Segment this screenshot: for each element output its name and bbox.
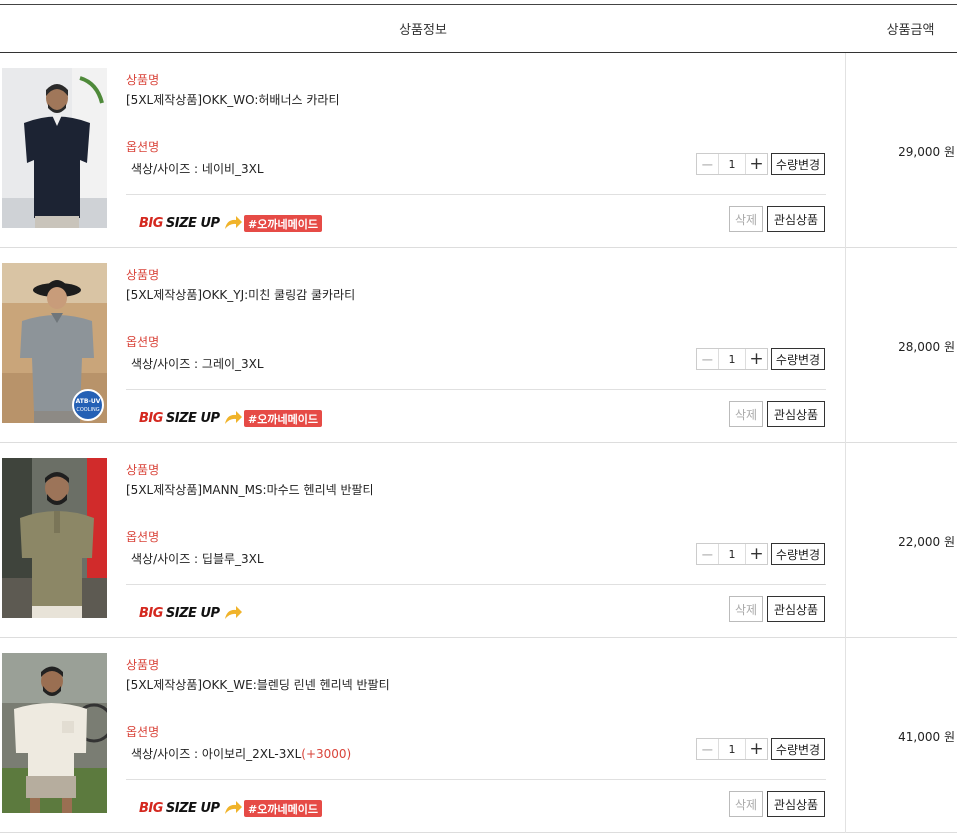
- big-size-up-badge: BIG SIZE UP: [139, 603, 243, 623]
- row-divider: [126, 194, 826, 195]
- header-product-price: 상품금액: [886, 23, 935, 38]
- delete-button[interactable]: 삭제: [729, 596, 763, 622]
- badge-size-up-text: SIZE UP: [165, 215, 220, 231]
- hashtag-badge: #오까네메이드: [244, 800, 322, 817]
- quantity-stepper: − 1 +: [696, 543, 768, 565]
- badge-big-text: BIG: [139, 605, 163, 621]
- product-price: 41,000 원: [898, 730, 955, 744]
- cart-item-row: 상품명 [5XL제작상품]OKK_WO:허배너스 카라티 옵션명 색상/사이즈 …: [0, 53, 957, 248]
- wishlist-button[interactable]: 관심상품: [767, 206, 825, 232]
- wishlist-button[interactable]: 관심상품: [767, 596, 825, 622]
- option-name-label: 옵션명: [126, 530, 160, 544]
- delete-button[interactable]: 삭제: [729, 401, 763, 427]
- quantity-decrease-button[interactable]: −: [697, 349, 719, 369]
- change-quantity-button[interactable]: 수량변경: [771, 348, 825, 370]
- hashtag-badge: #오까네메이드: [244, 215, 322, 232]
- quantity-decrease-button[interactable]: −: [697, 739, 719, 759]
- wishlist-button[interactable]: 관심상품: [767, 401, 825, 427]
- curved-arrow-icon: [223, 800, 243, 816]
- product-thumbnail[interactable]: [2, 68, 107, 228]
- row-divider: [126, 389, 826, 390]
- product-name-label: 상품명: [126, 268, 160, 282]
- header-product-info: 상품정보: [399, 23, 447, 38]
- product-thumbnail[interactable]: [2, 653, 107, 813]
- quantity-value[interactable]: 1: [719, 739, 745, 759]
- quantity-increase-button[interactable]: +: [745, 154, 767, 174]
- wishlist-button[interactable]: 관심상품: [767, 791, 825, 817]
- quantity-increase-button[interactable]: +: [745, 739, 767, 759]
- cart-item-row: 상품명 [5XL제작상품]MANN_MS:마수드 헨리넥 반팔티 옵션명 색상/…: [0, 443, 957, 638]
- curved-arrow-icon: [223, 215, 243, 231]
- quantity-value[interactable]: 1: [719, 544, 745, 564]
- change-quantity-button[interactable]: 수량변경: [771, 738, 825, 760]
- product-thumbnail[interactable]: ATB-UV COOLING: [2, 263, 107, 423]
- change-quantity-button[interactable]: 수량변경: [771, 543, 825, 565]
- badge-size-up-text: SIZE UP: [165, 410, 220, 426]
- option-name-label: 옵션명: [126, 140, 160, 154]
- quantity-stepper: − 1 +: [696, 348, 768, 370]
- quantity-value[interactable]: 1: [719, 154, 745, 174]
- option-value: 색상/사이즈 : 네이비_3XL: [131, 160, 264, 177]
- option-extra-price: (+3000): [301, 747, 352, 761]
- product-price: 22,000 원: [898, 535, 955, 549]
- big-size-up-badge: BIG SIZE UP: [139, 798, 243, 818]
- product-price: 28,000 원: [898, 340, 955, 354]
- big-size-up-badge: BIG SIZE UP: [139, 213, 243, 233]
- quantity-stepper: − 1 +: [696, 738, 768, 760]
- badge-size-up-text: SIZE UP: [165, 605, 220, 621]
- quantity-stepper: − 1 +: [696, 153, 768, 175]
- option-value: 색상/사이즈 : 아이보리_2XL-3XL(+3000): [131, 745, 351, 762]
- quantity-increase-button[interactable]: +: [745, 544, 767, 564]
- product-thumbnail[interactable]: [2, 458, 107, 618]
- big-size-up-badge: BIG SIZE UP: [139, 408, 243, 428]
- svg-text:ATB-UV: ATB-UV: [76, 398, 101, 405]
- hashtag-badge: #오까네메이드: [244, 410, 322, 427]
- delete-button[interactable]: 삭제: [729, 791, 763, 817]
- product-name-label: 상품명: [126, 73, 160, 87]
- badge-big-text: BIG: [139, 215, 163, 231]
- quantity-decrease-button[interactable]: −: [697, 154, 719, 174]
- option-value: 색상/사이즈 : 그레이_3XL: [131, 355, 264, 372]
- option-text: 색상/사이즈 : 아이보리_2XL-3XL: [131, 747, 302, 761]
- product-price: 29,000 원: [898, 145, 955, 159]
- product-name[interactable]: [5XL제작상품]OKK_WO:허배너스 카라티: [126, 91, 340, 108]
- badge-big-text: BIG: [139, 410, 163, 426]
- svg-text:COOLING: COOLING: [76, 407, 99, 413]
- option-value: 색상/사이즈 : 딥블루_3XL: [131, 550, 264, 567]
- change-quantity-button[interactable]: 수량변경: [771, 153, 825, 175]
- cart-table-header: 상품정보 상품금액: [0, 5, 957, 53]
- delete-button[interactable]: 삭제: [729, 206, 763, 232]
- curved-arrow-icon: [223, 605, 243, 621]
- curved-arrow-icon: [223, 410, 243, 426]
- row-divider: [126, 779, 826, 780]
- quantity-increase-button[interactable]: +: [745, 349, 767, 369]
- option-text: 색상/사이즈 : 네이비_3XL: [131, 162, 264, 176]
- option-name-label: 옵션명: [126, 335, 160, 349]
- product-name-label: 상품명: [126, 463, 160, 477]
- cart-item-row: ATB-UV COOLING 상품명 [5XL제작상품]OKK_YJ:미친 쿨링…: [0, 248, 957, 443]
- badge-big-text: BIG: [139, 800, 163, 816]
- option-text: 색상/사이즈 : 그레이_3XL: [131, 357, 264, 371]
- product-name-label: 상품명: [126, 658, 160, 672]
- product-name[interactable]: [5XL제작상품]OKK_YJ:미친 쿨링감 쿨카라티: [126, 286, 355, 303]
- quantity-value[interactable]: 1: [719, 349, 745, 369]
- row-divider: [126, 584, 826, 585]
- option-text: 색상/사이즈 : 딥블루_3XL: [131, 552, 264, 566]
- quantity-decrease-button[interactable]: −: [697, 544, 719, 564]
- product-name[interactable]: [5XL제작상품]MANN_MS:마수드 헨리넥 반팔티: [126, 481, 374, 498]
- product-name[interactable]: [5XL제작상품]OKK_WE:블렌딩 린넨 헨리넥 반팔티: [126, 676, 390, 693]
- cart-item-row: 상품명 [5XL제작상품]OKK_WE:블렌딩 린넨 헨리넥 반팔티 옵션명 색…: [0, 638, 957, 833]
- badge-size-up-text: SIZE UP: [165, 800, 220, 816]
- option-name-label: 옵션명: [126, 725, 160, 739]
